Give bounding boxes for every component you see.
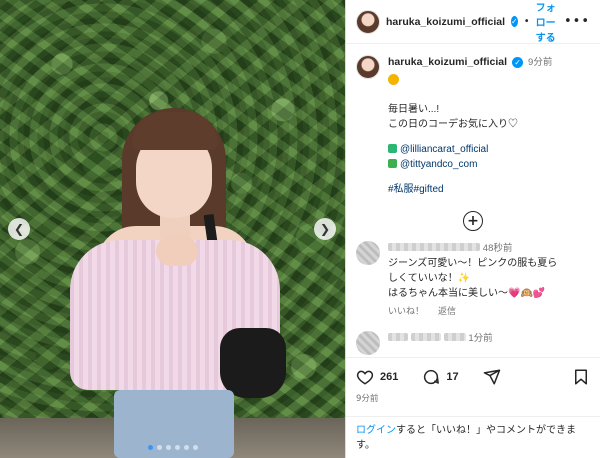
verified-badge-icon: ✓ bbox=[512, 57, 524, 69]
load-more-comments[interactable]: + bbox=[356, 210, 590, 231]
plus-circle-icon: + bbox=[463, 210, 483, 231]
like-count[interactable]: 261 bbox=[380, 371, 398, 383]
comment-count[interactable]: 17 bbox=[446, 371, 458, 383]
caption-line: この日のコーデお気に入り♡ bbox=[388, 118, 518, 130]
caption-time: 9分前 bbox=[528, 56, 553, 68]
sun-emoji-icon bbox=[388, 73, 399, 85]
blurred-username bbox=[443, 332, 466, 341]
comment-icon[interactable] bbox=[422, 368, 440, 386]
comment-like-button[interactable]: いいね！ bbox=[388, 305, 424, 319]
post-header: haruka_koizumi_official ✓ • フォローする ••• bbox=[346, 0, 600, 44]
header-username[interactable]: haruka_koizumi_official bbox=[386, 16, 505, 28]
comment-time: 1分前 bbox=[468, 332, 493, 344]
action-row: 261 17 bbox=[356, 368, 590, 386]
comment-meta: いいね！ 返信 bbox=[388, 305, 557, 319]
caption: haruka_koizumi_official ✓ 9分前 毎日暑い...! こ… bbox=[356, 55, 590, 197]
share-icon[interactable] bbox=[483, 368, 501, 386]
caption-header: haruka_koizumi_official ✓ 9分前 bbox=[388, 55, 552, 71]
avatar[interactable] bbox=[356, 9, 380, 34]
caption-body: haruka_koizumi_official ✓ 9分前 毎日暑い...! こ… bbox=[388, 55, 552, 197]
carousel-dot bbox=[165, 445, 171, 450]
bangs bbox=[132, 112, 218, 150]
hashtags[interactable]: #私服#gifted bbox=[388, 182, 552, 197]
login-prompt: ログインすると「いいね！」やコメントができます。 bbox=[346, 416, 600, 458]
blurred-username bbox=[388, 242, 480, 251]
comment-line: ジーンズ可愛い〜！ピンクの服も夏ら bbox=[388, 258, 558, 269]
comment-body: 1分前 bbox=[388, 331, 493, 355]
more-options-icon[interactable]: ••• bbox=[564, 14, 590, 29]
credit-line: @lilliancarat_official bbox=[388, 142, 552, 157]
comments-section[interactable]: haruka_koizumi_official ✓ 9分前 毎日暑い...! こ… bbox=[346, 45, 600, 357]
post-photo[interactable]: ❮ ❯ bbox=[0, 0, 345, 458]
separator-dot: • bbox=[523, 16, 530, 27]
carousel-dot bbox=[147, 445, 153, 450]
green-shirt-icon bbox=[388, 143, 397, 153]
blurred-username bbox=[388, 332, 408, 341]
mention-link[interactable]: @tittyandco_com bbox=[400, 159, 477, 170]
verified-badge-icon: ✓ bbox=[511, 16, 518, 27]
carousel-dot bbox=[156, 445, 162, 450]
post-actions: 261 17 9分前 bbox=[346, 357, 600, 404]
carousel-dot bbox=[174, 445, 180, 450]
comment-line: しくていいな！✨ bbox=[388, 273, 471, 284]
carousel-dot bbox=[183, 445, 189, 450]
comment-line: はるちゃん本当に美しい〜💗🙉💕 bbox=[388, 288, 546, 299]
post-time: 9分前 bbox=[356, 394, 379, 404]
bookmark-icon[interactable] bbox=[572, 368, 590, 386]
caption-avatar[interactable] bbox=[356, 55, 380, 79]
blurred-username bbox=[410, 332, 441, 341]
chevron-left-icon: ❮ bbox=[13, 222, 25, 236]
caption-line: 毎日暑い...! bbox=[388, 103, 440, 115]
credit-line: @tittyandco_com bbox=[388, 157, 552, 172]
comment: 1分前 bbox=[356, 330, 590, 355]
comment-body: 48秒前 ジーンズ可愛い〜！ピンクの服も夏ら しくていいな！✨ はるちゃん本当に… bbox=[388, 241, 557, 319]
comment: 48秒前 ジーンズ可愛い〜！ピンクの服も夏ら しくていいな！✨ はるちゃん本当に… bbox=[356, 240, 590, 319]
person bbox=[60, 108, 290, 458]
post-details-panel: haruka_koizumi_official ✓ • フォローする ••• h… bbox=[345, 0, 600, 458]
login-link[interactable]: ログイン bbox=[356, 425, 396, 436]
comment-avatar[interactable] bbox=[356, 240, 380, 265]
previous-image-button[interactable]: ❮ bbox=[8, 218, 30, 240]
black-bag bbox=[220, 328, 286, 398]
hands bbox=[156, 236, 198, 266]
comment-reply-button[interactable]: 返信 bbox=[438, 305, 456, 319]
caption-username[interactable]: haruka_koizumi_official bbox=[388, 55, 507, 71]
carousel-dots bbox=[0, 445, 345, 450]
comment-avatar[interactable] bbox=[356, 330, 380, 355]
comment-time: 48秒前 bbox=[482, 242, 513, 254]
green-pants-icon bbox=[388, 158, 397, 168]
next-image-button[interactable]: ❯ bbox=[314, 218, 336, 240]
heart-icon[interactable] bbox=[356, 368, 374, 386]
follow-button[interactable]: フォローする bbox=[536, 0, 558, 44]
chevron-right-icon: ❯ bbox=[319, 222, 331, 236]
mention-link[interactable]: @lilliancarat_official bbox=[400, 144, 488, 155]
carousel-dot bbox=[192, 445, 198, 450]
